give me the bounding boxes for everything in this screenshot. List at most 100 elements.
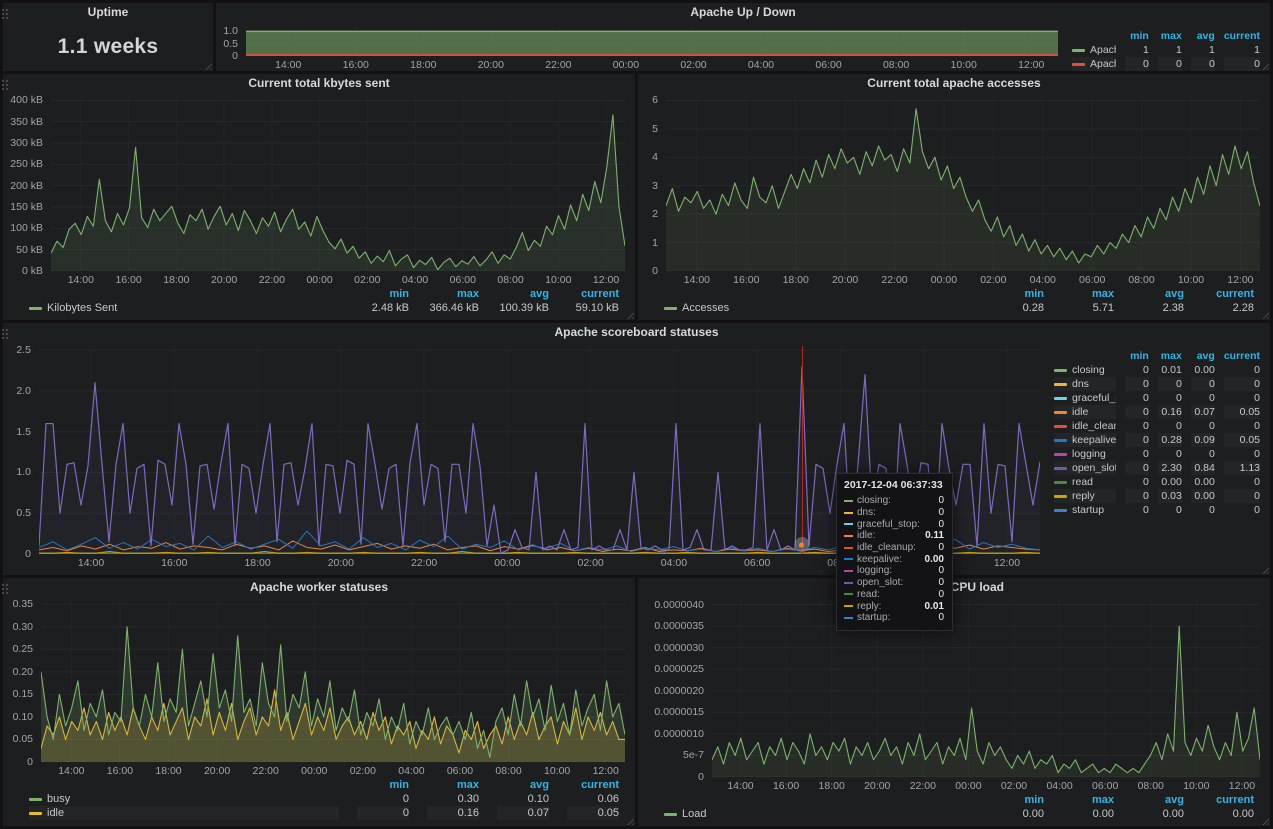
y-tick-label: 4 [652,151,658,163]
y-tick-label: 0.0000030 [654,642,704,654]
legend-series-dns[interactable]: dns [1054,377,1116,391]
legend-header-avg[interactable]: avg [1191,29,1215,43]
x-tick-label: 00:00 [955,780,981,792]
series-color-dash-icon [1054,439,1067,442]
chart-plot[interactable] [246,26,1058,56]
row-drag-handle[interactable] [1,8,9,20]
legend-series-closing[interactable]: closing [1054,363,1116,377]
legend-series-keepalive[interactable]: keepalive [1054,433,1116,447]
legend-header-avg[interactable]: avg [497,778,549,792]
legend-series-open_slot[interactable]: open_slot [1054,461,1116,475]
chart-plot[interactable] [39,346,1040,554]
legend-min-value: 0 [1125,489,1149,503]
kbytes-chart-canvas [51,97,625,271]
panel-title[interactable]: Apache scoreboard statuses [3,323,1270,342]
legend-header-min[interactable]: min [992,287,1044,301]
x-tick-label: 14:00 [275,59,301,71]
x-axis: 14:0016:0018:0020:0022:0000:0002:0004:00… [41,762,625,777]
row-drag-handle[interactable] [1,79,9,91]
legend-series-Load[interactable]: Load [664,807,974,821]
series-color-dash-icon [1054,509,1067,512]
legend-series-idle[interactable]: idle [1054,405,1116,419]
legend-current-value: 1 [1224,43,1260,57]
legend-header-min[interactable]: min [992,793,1044,807]
x-tick-label: 18:00 [783,274,809,286]
y-tick-label: 1.0 [16,466,31,478]
legend-header-min[interactable]: min [1125,349,1149,363]
legend-series-graceful_stop[interactable]: graceful_stop [1054,391,1116,405]
x-tick-label: 14:00 [68,274,94,286]
x-tick-label: 02:00 [680,59,706,71]
legend-series-Apache Up[interactable]: Apache Up [1072,43,1116,57]
panel-apache-up-down: Apache Up / Down 1.00.50 14:0016:0018:00… [216,3,1270,71]
y-tick-label: 300 kB [10,137,43,149]
legend-max-value: 5.71 [1062,301,1114,315]
legend-header-avg[interactable]: avg [1132,287,1184,301]
panel-title[interactable]: Uptime [3,3,213,22]
legend-header-max[interactable]: max [1062,287,1114,301]
legend-series-logging[interactable]: logging [1054,447,1116,461]
x-axis: 14:0016:0018:0020:0022:0000:0002:0004:00… [51,271,625,286]
chart-plot[interactable] [666,97,1260,271]
panel-worker-statuses: Apache worker statuses 0.350.300.250.200… [3,578,635,826]
legend-header-avg[interactable]: avg [1191,349,1215,363]
worker-chart-canvas [41,601,625,762]
panel-title[interactable]: Apache worker statuses [3,578,635,597]
legend-header-min[interactable]: min [357,778,409,792]
y-tick-label: 3 [652,180,658,192]
panel-uptime: Uptime 1.1 weeks [3,3,213,71]
legend-header-avg[interactable]: avg [1132,793,1184,807]
y-tick-label: 1 [652,237,658,249]
panel-title[interactable]: Apache CPU load [638,578,1270,597]
chart-plot[interactable] [41,601,625,762]
legend-header-current[interactable]: current [1224,29,1260,43]
legend-header-max[interactable]: max [1062,793,1114,807]
legend-series-reply[interactable]: reply [1054,489,1116,503]
legend-header-current[interactable]: current [1202,287,1254,301]
y-tick-label: 400 kB [10,94,43,106]
y-tick-label: 350 kB [10,116,43,128]
legend-series-idle[interactable]: idle [29,806,339,820]
y-tick-label: 0.30 [13,621,33,633]
legend-series-Apache Down[interactable]: Apache Down [1072,57,1116,71]
legend-header-current[interactable]: current [567,287,619,301]
legend-series-label: dns [1072,378,1089,390]
legend-header-min[interactable]: min [357,287,409,301]
legend-series-idle_cleanup[interactable]: idle_cleanup [1054,419,1116,433]
legend-min-value: 0 [1125,377,1149,391]
series-color-dash-icon [1054,383,1067,386]
x-tick-label: 04:00 [1046,780,1072,792]
chart-plot[interactable] [51,97,625,271]
legend-series-label: Load [682,808,706,820]
legend-header-avg[interactable]: avg [497,287,549,301]
legend-series-busy[interactable]: busy [29,792,339,806]
x-tick-label: 20:00 [328,557,354,569]
legend-header-max[interactable]: max [427,287,479,301]
row-drag-handle[interactable] [1,583,9,595]
legend-current-value: 0 [1224,475,1260,489]
y-tick-label: 1.0 [223,25,238,37]
legend-series-Accesses[interactable]: Accesses [664,301,974,315]
panel-apache-accesses: Current total apache accesses 6543210 14… [638,74,1270,320]
legend-current-value: 0 [1224,447,1260,461]
legend-series-startup[interactable]: startup [1054,503,1116,517]
legend-header-current[interactable]: current [1202,793,1254,807]
y-tick-label: 2.5 [16,344,31,356]
legend-header-current[interactable]: current [1224,349,1260,363]
panel-title[interactable]: Current total kbytes sent [3,74,635,93]
panel-title[interactable]: Apache Up / Down [216,3,1270,22]
legend: minmaxavgcurrentKilobytes Sent2.48 kB366… [3,286,635,320]
legend-header-max[interactable]: max [1158,349,1182,363]
legend-series-label: closing [1072,364,1105,376]
legend-min-value: 0 [1125,405,1149,419]
grafana-dashboard: Uptime 1.1 weeks Apache Up / Down 1.00.5… [0,0,1273,829]
chart-plot[interactable] [712,601,1260,777]
legend-header-max[interactable]: max [427,778,479,792]
legend-series-Kilobytes Sent[interactable]: Kilobytes Sent [29,301,339,315]
legend-header-max[interactable]: max [1158,29,1182,43]
legend-header-min[interactable]: min [1125,29,1149,43]
panel-title[interactable]: Current total apache accesses [638,74,1270,93]
legend-series-read[interactable]: read [1054,475,1116,489]
row-drag-handle[interactable] [1,328,9,340]
legend-header-current[interactable]: current [567,778,619,792]
